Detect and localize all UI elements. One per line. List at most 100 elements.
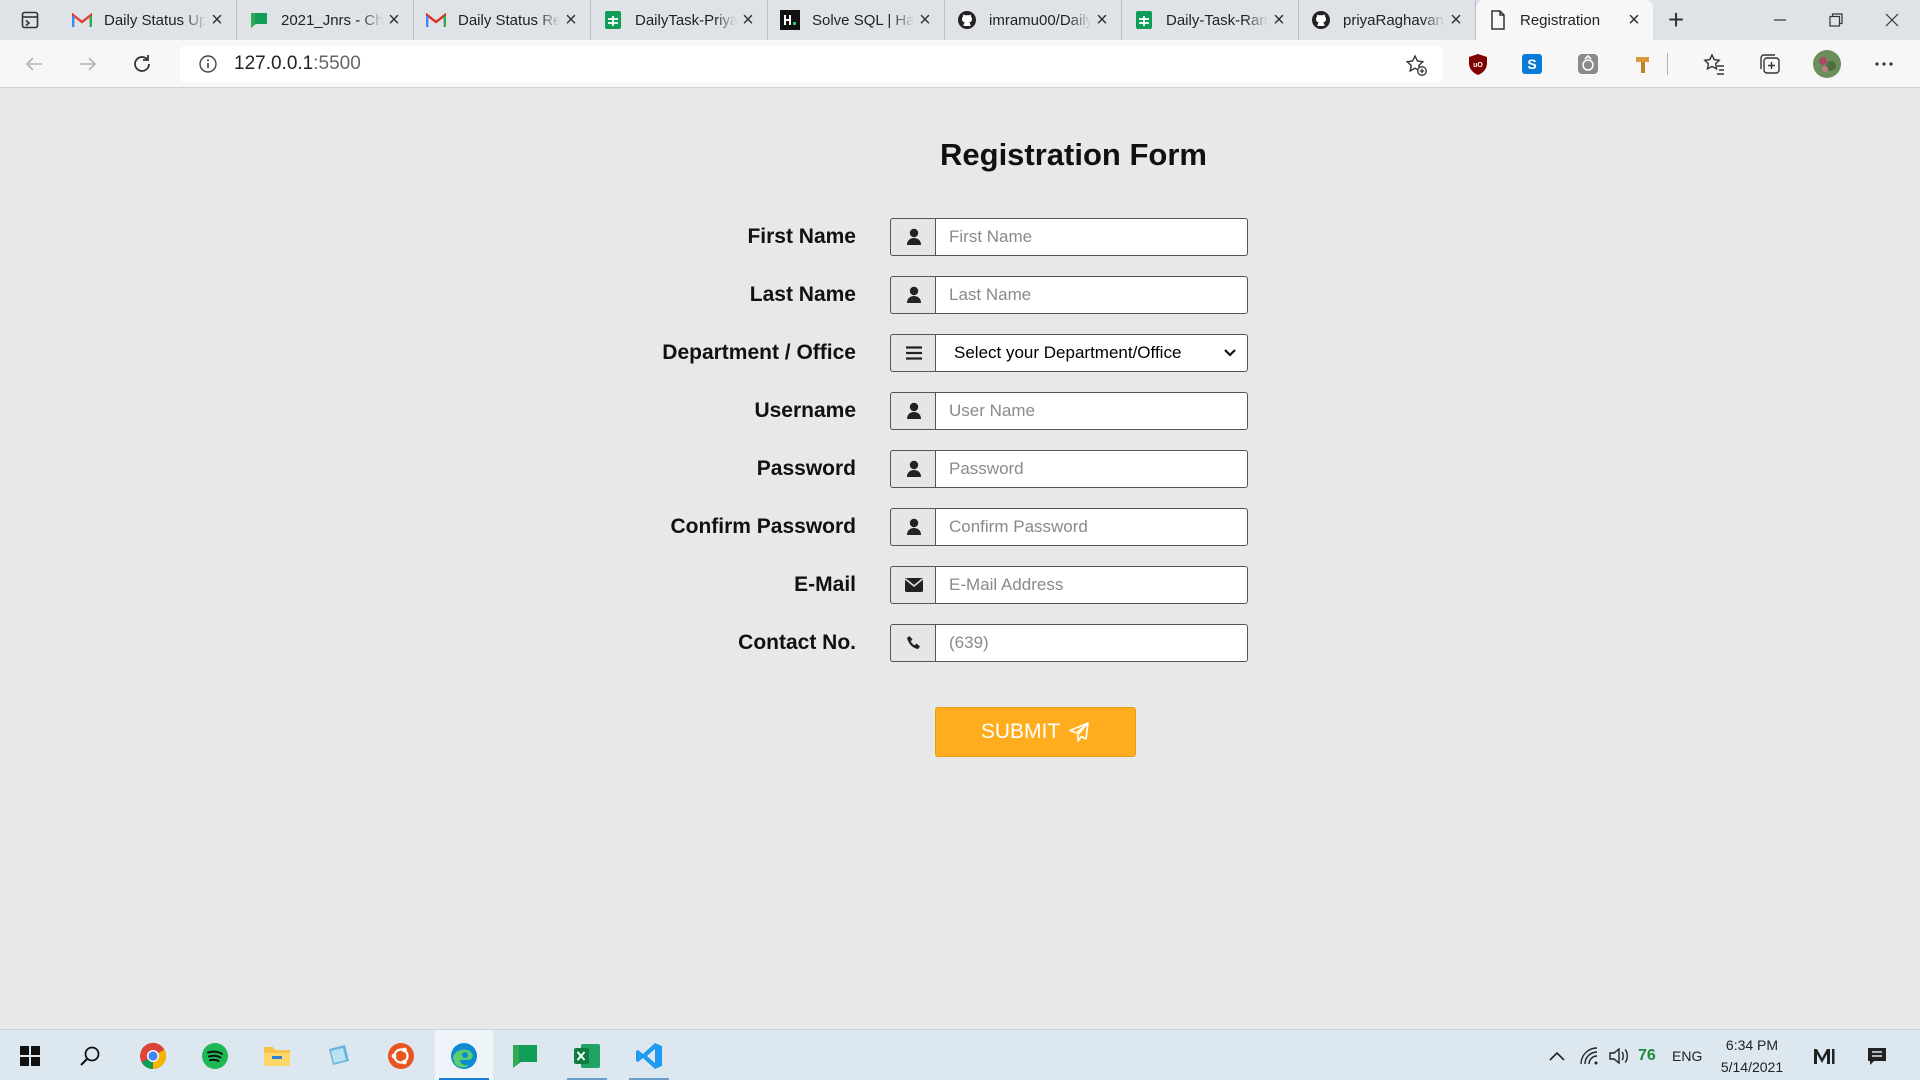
contact-input[interactable] — [935, 624, 1248, 662]
app-tray-icon[interactable] — [1812, 1030, 1836, 1080]
refresh-button[interactable] — [120, 46, 164, 82]
email-field[interactable] — [935, 566, 1248, 604]
ublock-extension-icon[interactable]: uO — [1464, 50, 1492, 78]
new-tab-button[interactable]: + — [1653, 0, 1699, 40]
url-host: 127.0.0.1 — [234, 53, 314, 74]
more-options-icon[interactable] — [1870, 50, 1898, 78]
show-hidden-icons-button[interactable] — [1548, 1030, 1566, 1080]
ubuntu-icon[interactable] — [373, 1030, 429, 1080]
url-text: 127.0.0.1:5500 — [234, 53, 361, 75]
form-title: Registration Form — [940, 137, 1207, 172]
user-icon — [890, 392, 936, 430]
network-icon[interactable] — [1579, 1030, 1599, 1080]
notifications-icon[interactable] — [1866, 1030, 1888, 1080]
first-name-row: First Name — [0, 218, 1920, 256]
search-button[interactable] — [62, 1030, 118, 1080]
tab-close-icon[interactable]: × — [206, 9, 228, 31]
first-name-label: First Name — [747, 225, 856, 248]
confirm-password-row: Confirm Password — [0, 508, 1920, 546]
start-button[interactable] — [2, 1030, 58, 1080]
password-row: Password — [0, 450, 1920, 488]
browser-tab[interactable]: Daily Status Update × — [60, 0, 237, 40]
email-row: E-Mail — [0, 566, 1920, 604]
chevron-down-icon — [1224, 349, 1236, 357]
browser-tab[interactable]: DailyTask-Priya × — [591, 0, 768, 40]
tab-actions-button[interactable] — [0, 0, 60, 40]
spotify-icon[interactable] — [187, 1030, 243, 1080]
minimize-icon — [1774, 19, 1786, 21]
tab-close-icon[interactable]: × — [383, 9, 405, 31]
tab-close-icon[interactable]: × — [1445, 9, 1467, 31]
envelope-icon — [890, 566, 936, 604]
tab-close-icon[interactable]: × — [560, 9, 582, 31]
department-select-value: Select your Department/Office — [954, 343, 1182, 362]
add-favorite-icon[interactable] — [1404, 53, 1428, 82]
site-info-icon[interactable] — [188, 54, 228, 74]
vscode-icon[interactable] — [621, 1030, 677, 1080]
tab-close-icon[interactable]: × — [1091, 9, 1113, 31]
browser-tab[interactable]: Daily Status Report × — [414, 0, 591, 40]
chevron-up-icon — [1549, 1051, 1565, 1061]
confirm-password-input[interactable] — [935, 508, 1248, 546]
file-explorer-icon[interactable] — [249, 1030, 305, 1080]
first-name-input[interactable] — [935, 218, 1248, 256]
restore-icon — [1829, 13, 1843, 27]
browser-tab[interactable]: 2021_Jnrs - Chat × — [237, 0, 414, 40]
url-port: :5500 — [313, 53, 361, 74]
last-name-input[interactable] — [935, 276, 1248, 314]
skype-extension-icon[interactable]: S — [1518, 50, 1546, 78]
svg-text:S: S — [1527, 56, 1536, 72]
battery-level[interactable]: 76 — [1638, 1030, 1656, 1080]
tab-close-icon[interactable]: × — [914, 9, 936, 31]
google-chat-icon[interactable] — [497, 1030, 553, 1080]
browser-tab[interactable]: Solve SQL | HackerRank × — [768, 0, 945, 40]
tab-close-icon[interactable]: × — [1268, 9, 1290, 31]
refresh-icon — [134, 54, 150, 72]
tab-actions-icon — [21, 11, 39, 29]
gmail-icon — [426, 10, 446, 30]
submit-label: SUBMIT — [980, 720, 1061, 743]
forward-button[interactable] — [66, 46, 110, 82]
browser-tab[interactable]: priyaRaghavan × — [1299, 0, 1476, 40]
department-label: Department / Office — [662, 341, 856, 364]
extension-icon[interactable] — [1574, 50, 1602, 78]
back-button[interactable] — [12, 46, 56, 82]
browser-tab[interactable]: imramu00/Daily × — [945, 0, 1122, 40]
gmail-icon — [72, 10, 92, 30]
contact-label: Contact No. — [738, 631, 856, 654]
password-input[interactable] — [935, 450, 1248, 488]
user-icon — [890, 450, 936, 488]
browser-tab-active[interactable]: Registration × — [1476, 0, 1653, 40]
language-indicator[interactable]: ENG — [1672, 1030, 1702, 1080]
email-label: E-Mail — [794, 573, 856, 596]
google-sheets-icon — [603, 10, 623, 30]
tab-close-icon[interactable]: × — [1623, 9, 1645, 31]
hackerrank-icon — [780, 10, 800, 30]
user-icon — [890, 218, 936, 256]
volume-icon[interactable] — [1608, 1030, 1630, 1080]
collections-icon[interactable] — [1756, 50, 1784, 78]
clock-date: 5/14/2021 — [1720, 1059, 1784, 1075]
close-window-button[interactable] — [1864, 0, 1920, 40]
restore-button[interactable] — [1808, 0, 1864, 40]
favorites-icon[interactable] — [1700, 50, 1728, 78]
chrome-icon[interactable] — [125, 1030, 181, 1080]
browser-tab[interactable]: Daily-Task-Ram × — [1122, 0, 1299, 40]
notepad-icon[interactable] — [311, 1030, 367, 1080]
minimize-button[interactable] — [1752, 0, 1808, 40]
tab-title: Registration — [1520, 11, 1601, 29]
tab-close-icon[interactable]: × — [737, 9, 759, 31]
avatar[interactable] — [1812, 49, 1842, 79]
excel-icon[interactable] — [559, 1030, 615, 1080]
clock[interactable]: 6:34 PM 5/14/2021 — [1700, 1034, 1804, 1078]
svg-text:uO: uO — [1473, 62, 1483, 69]
submit-button[interactable]: SUBMIT — [935, 707, 1136, 757]
windows-icon — [20, 1045, 40, 1066]
address-bar[interactable]: 127.0.0.1:5500 — [180, 46, 1442, 82]
hammer-extension-icon[interactable] — [1630, 50, 1658, 78]
department-select[interactable]: Select your Department/Office — [935, 334, 1248, 372]
edge-icon[interactable] — [435, 1030, 493, 1080]
github-icon — [1311, 10, 1331, 30]
tab-title: DailyTask-Priya — [635, 11, 737, 29]
username-input[interactable] — [935, 392, 1248, 430]
